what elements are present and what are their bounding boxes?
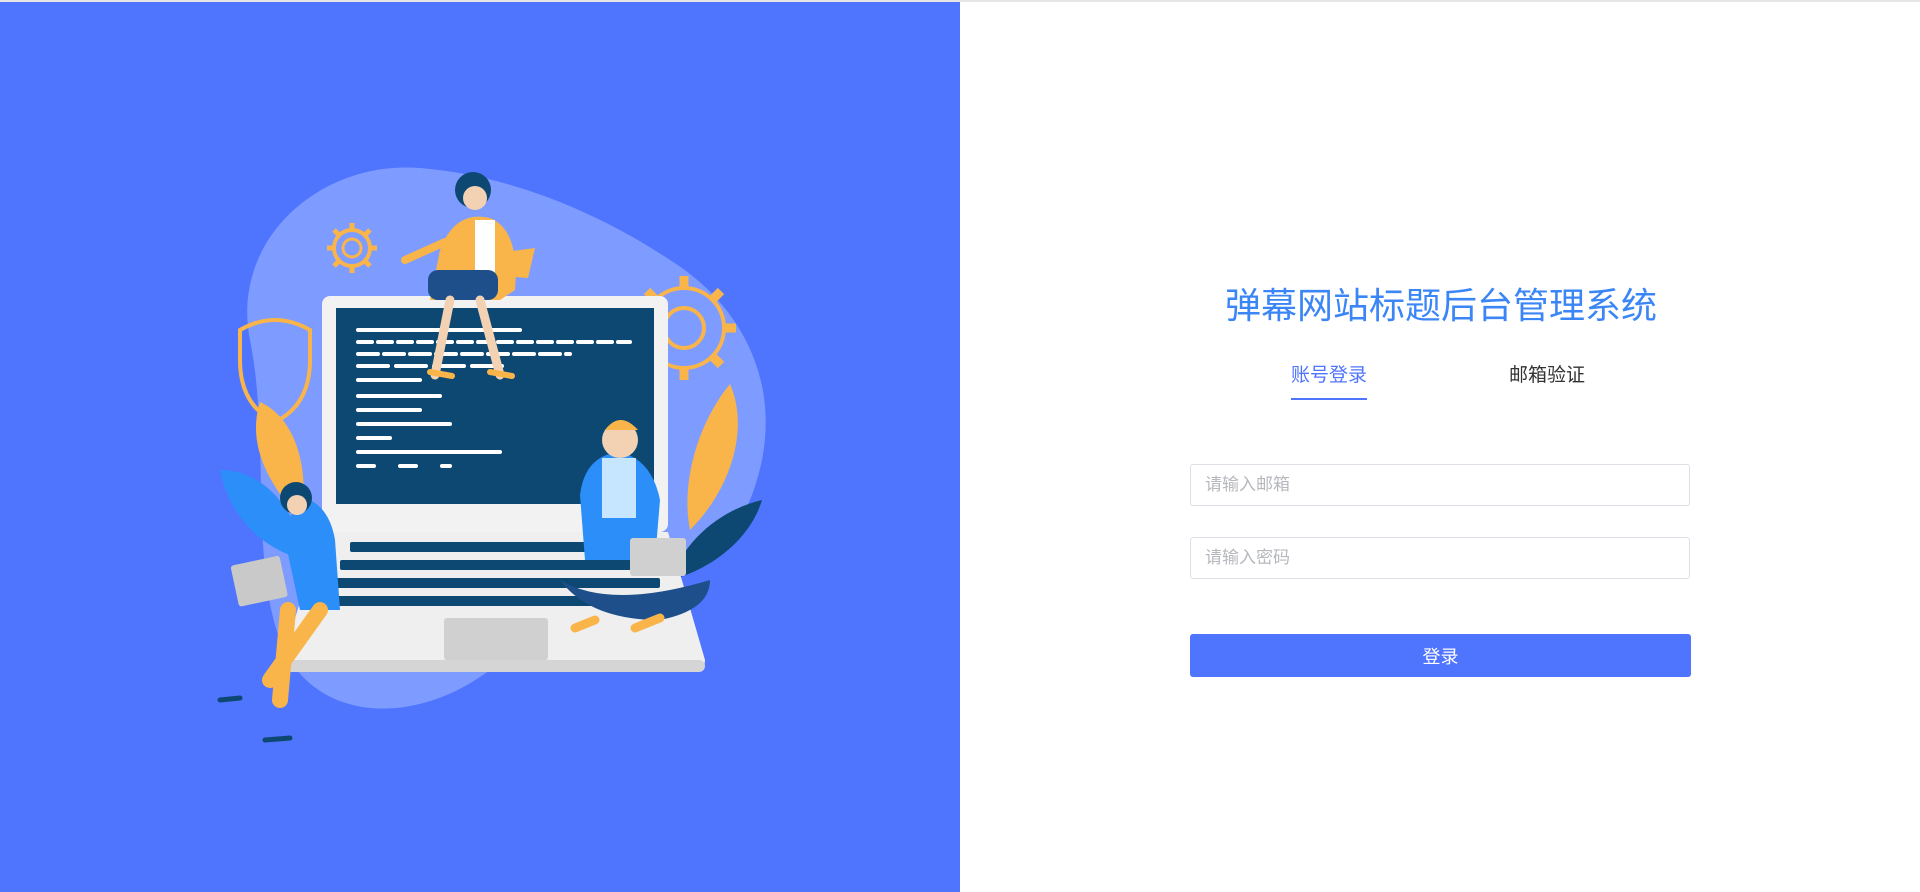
tab-email-verification[interactable]: 邮箱验证: [1509, 360, 1585, 390]
tab-account-login[interactable]: 账号登录: [1291, 360, 1368, 400]
touchpad: [444, 618, 548, 660]
login-form: 弹幕网站标题后台管理系统 账号登录 邮箱验证 登录: [1190, 282, 1692, 677]
illustration-panel: [0, 2, 960, 892]
login-button[interactable]: 登录: [1190, 634, 1691, 677]
tab-email-verification-label: 邮箱验证: [1509, 364, 1586, 386]
password-input[interactable]: [1190, 537, 1690, 579]
laptop-base-edge: [282, 660, 705, 672]
tab-account-login-label: 账号登录: [1291, 364, 1368, 386]
coding-team-illustration: [217, 167, 766, 743]
email-input[interactable]: [1190, 464, 1690, 506]
active-tab-indicator: [1291, 398, 1368, 400]
login-page: 弹幕网站标题后台管理系统 账号登录 邮箱验证 登录: [0, 0, 1920, 892]
login-panel: 弹幕网站标题后台管理系统 账号登录 邮箱验证 登录: [960, 2, 1920, 892]
login-tabs: 账号登录 邮箱验证: [1190, 360, 1692, 410]
page-title: 弹幕网站标题后台管理系统: [1224, 286, 1657, 327]
